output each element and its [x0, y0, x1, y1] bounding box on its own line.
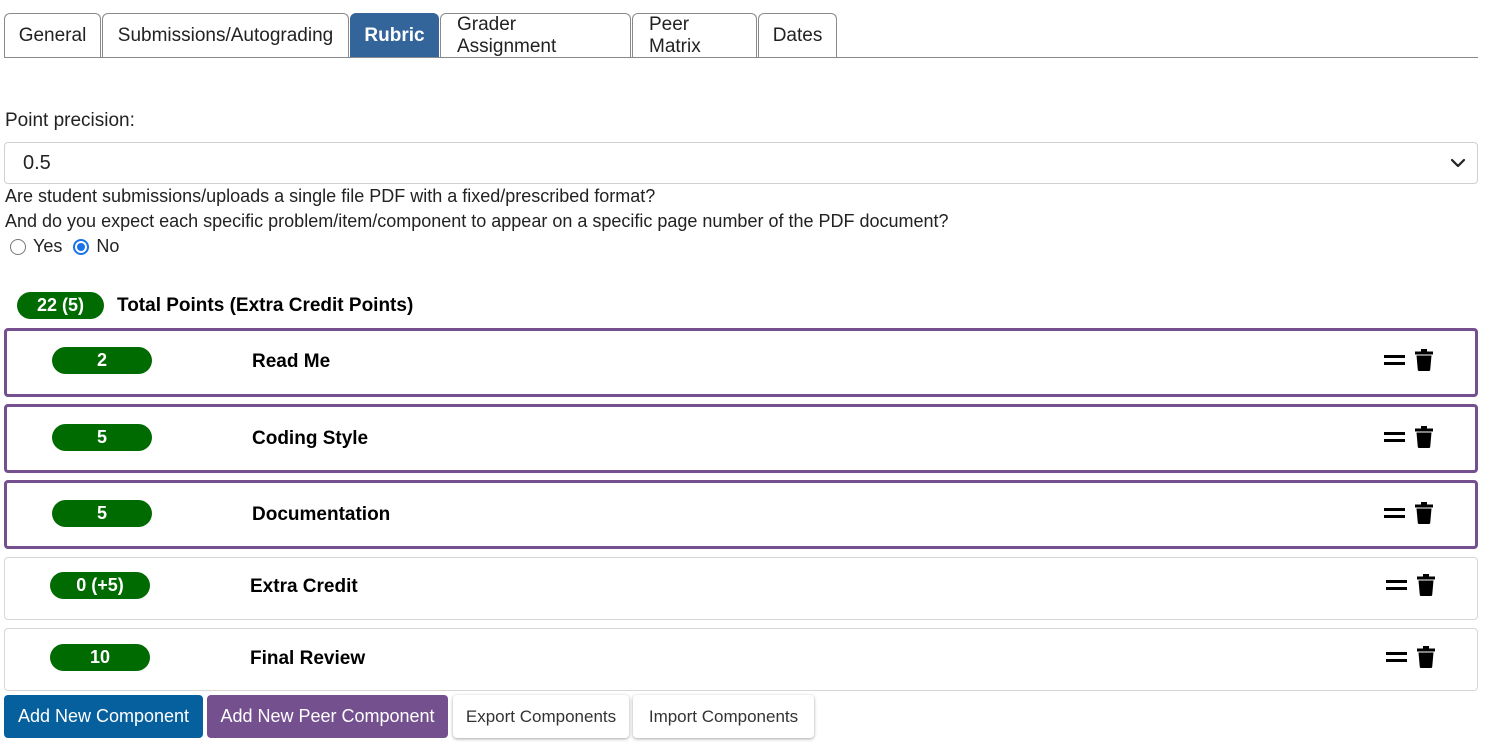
add-new-component-button[interactable]: Add New Component — [4, 695, 203, 738]
tab-bar: General Submissions/Autograding Rubric G… — [4, 13, 1478, 58]
rubric-component[interactable]: 5 Coding Style — [4, 404, 1478, 473]
export-components-button[interactable]: Export Components — [453, 695, 629, 738]
radio-yes-label[interactable]: Yes — [33, 236, 62, 257]
pdf-radio-group: Yes No — [10, 236, 130, 257]
trash-icon[interactable] — [1417, 574, 1435, 596]
point-precision-value: 0.5 — [23, 151, 51, 174]
component-points-badge: 5 — [52, 500, 152, 527]
point-precision-select[interactable]: 0.5 — [4, 142, 1478, 184]
tab-grader-assignment[interactable]: Grader Assignment — [440, 13, 631, 57]
component-points-badge: 2 — [52, 347, 152, 374]
trash-icon[interactable] — [1415, 426, 1433, 448]
pdf-question-line2: And do you expect each specific problem/… — [5, 211, 949, 231]
component-title: Final Review — [250, 648, 366, 669]
chevron-down-icon — [1450, 158, 1466, 168]
component-title: Coding Style — [252, 428, 369, 449]
rubric-component[interactable]: 10 Final Review — [4, 628, 1478, 691]
component-title: Read Me — [252, 351, 331, 372]
radio-no[interactable] — [73, 238, 90, 255]
rubric-component[interactable]: 0 (+5) Extra Credit — [4, 557, 1478, 620]
rubric-component[interactable]: 2 Read Me — [4, 328, 1478, 397]
total-points-row: 22 (5) Total Points (Extra Credit Points… — [17, 292, 413, 319]
trash-icon[interactable] — [1415, 502, 1433, 524]
tab-dates[interactable]: Dates — [758, 13, 837, 57]
import-components-button[interactable]: Import Components — [633, 695, 814, 738]
radio-no-label[interactable]: No — [96, 236, 119, 257]
drag-handle-icon[interactable] — [1384, 432, 1405, 442]
drag-handle-icon[interactable] — [1384, 355, 1405, 365]
rubric-component[interactable]: 5 Documentation — [4, 480, 1478, 549]
drag-handle-icon[interactable] — [1386, 652, 1407, 662]
radio-yes[interactable] — [10, 238, 26, 255]
tab-general[interactable]: General — [4, 13, 101, 57]
component-points-badge: 0 (+5) — [50, 572, 150, 599]
component-points-badge: 10 — [50, 644, 150, 671]
component-points-badge: 5 — [52, 424, 152, 451]
trash-icon[interactable] — [1417, 646, 1435, 668]
total-points-badge: 22 (5) — [17, 292, 104, 319]
tab-submissions-autograding[interactable]: Submissions/Autograding — [102, 13, 349, 57]
component-title: Documentation — [252, 504, 391, 525]
add-new-peer-component-button[interactable]: Add New Peer Component — [207, 695, 448, 738]
pdf-question-line1: Are student submissions/uploads a single… — [5, 186, 656, 206]
drag-handle-icon[interactable] — [1386, 580, 1407, 590]
component-title: Extra Credit — [250, 576, 358, 597]
tab-rubric[interactable]: Rubric — [350, 13, 439, 57]
point-precision-label: Point precision: — [5, 110, 135, 131]
tab-peer-matrix[interactable]: Peer Matrix — [632, 13, 757, 57]
total-points-label: Total Points (Extra Credit Points) — [117, 294, 414, 316]
trash-icon[interactable] — [1415, 349, 1433, 371]
drag-handle-icon[interactable] — [1384, 508, 1405, 518]
